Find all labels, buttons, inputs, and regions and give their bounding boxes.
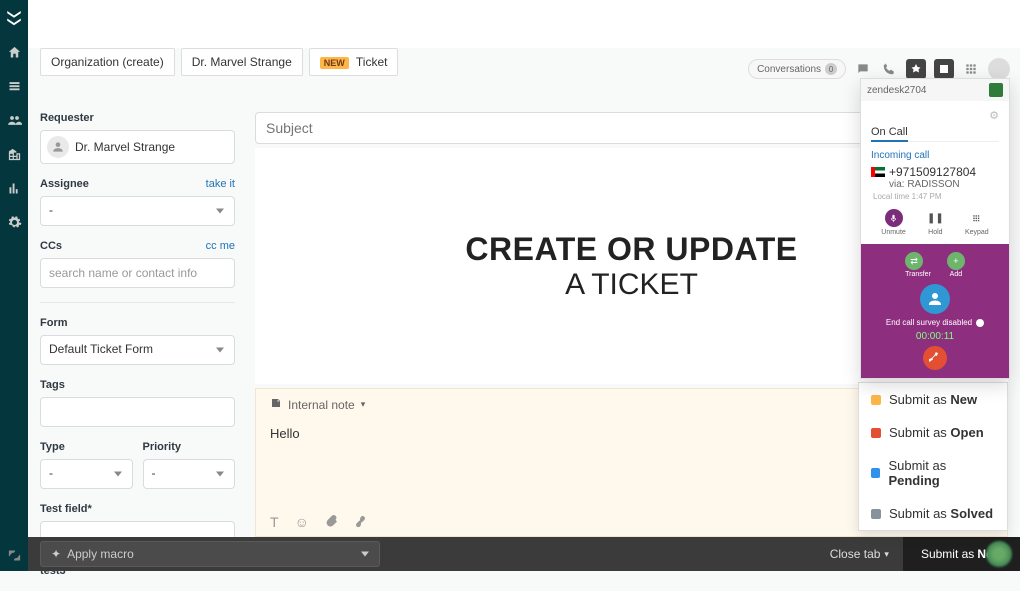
call-timer: 00:00:11: [869, 331, 1001, 342]
submit-as-open[interactable]: Submit as Open: [859, 416, 1007, 449]
home-icon[interactable]: [6, 44, 22, 60]
test-field-label: Test field*: [40, 503, 235, 515]
left-rail: [0, 0, 28, 571]
transfer-button[interactable]: ⇄ Transfer: [905, 252, 931, 278]
requester-label: Requester: [40, 112, 235, 124]
caller-phone: +971509127804: [871, 165, 999, 179]
incoming-call-label: Incoming call: [871, 150, 999, 161]
submit-menu: Submit as New Submit as Open Submit as P…: [858, 382, 1008, 531]
hero-line2: A TICKET: [465, 268, 797, 302]
customers-icon[interactable]: [6, 112, 22, 128]
organizations-icon[interactable]: [6, 146, 22, 162]
hold-button[interactable]: ❚❚ Hold: [926, 209, 944, 236]
conversations-count: 0: [825, 63, 837, 75]
app-icon-1[interactable]: [906, 59, 926, 79]
unmute-button[interactable]: Unmute: [881, 209, 906, 236]
hangup-button[interactable]: [923, 346, 947, 370]
chat-icon[interactable]: [854, 60, 872, 78]
add-button[interactable]: + Add: [947, 252, 965, 278]
requester-avatar-icon: [47, 136, 69, 158]
assignee-select[interactable]: -: [40, 196, 235, 226]
top-right-toolbar: Conversations 0: [748, 58, 1010, 80]
tags-label: Tags: [40, 379, 235, 391]
chevron-down-icon: ▾: [361, 399, 366, 410]
assignee-label: Assignee take it: [40, 178, 235, 190]
ccs-input[interactable]: [40, 258, 235, 288]
tags-input[interactable]: [40, 397, 235, 427]
keypad-button[interactable]: Keypad: [965, 209, 989, 236]
tab-person[interactable]: Dr. Marvel Strange: [181, 48, 303, 76]
conversations-label: Conversations: [757, 64, 821, 75]
take-it-link[interactable]: take it: [206, 178, 235, 190]
type-select[interactable]: -: [40, 459, 133, 489]
call-widget: zendesk2704 ⚙ On Call Incoming call +971…: [860, 78, 1010, 379]
call-widget-title: zendesk2704: [867, 85, 927, 96]
survey-toggle[interactable]: [976, 319, 984, 327]
ccs-label: CCs cc me: [40, 240, 235, 252]
link-icon[interactable]: [354, 514, 367, 530]
call-widget-app-icon[interactable]: [989, 83, 1003, 97]
bottom-bar: ✦ Apply macro Close tab ▾ Submit as New: [28, 537, 1020, 571]
submit-as-new[interactable]: Submit as New: [859, 383, 1007, 416]
views-icon[interactable]: [6, 78, 22, 94]
close-tab-button[interactable]: Close tab ▾: [816, 547, 903, 561]
note-icon: [270, 397, 282, 412]
app-icon-2[interactable]: [934, 59, 954, 79]
submit-as-pending[interactable]: Submit as Pending: [859, 449, 1007, 497]
chevron-down-icon: ▾: [884, 549, 889, 560]
caller-avatar-icon: [920, 284, 950, 314]
emoji-icon[interactable]: ☺: [295, 514, 309, 530]
type-label: Type: [40, 441, 133, 453]
priority-select[interactable]: -: [143, 459, 236, 489]
hero-line1: CREATE OR UPDATE: [465, 231, 797, 268]
gear-icon[interactable]: ⚙: [871, 109, 999, 122]
text-format-icon[interactable]: T: [270, 514, 279, 530]
conversations-pill[interactable]: Conversations 0: [748, 59, 846, 79]
tab-organization[interactable]: Organization (create): [40, 48, 175, 76]
call-widget-header: zendesk2704: [861, 79, 1009, 101]
user-avatar[interactable]: [988, 58, 1010, 80]
presenter-avatar: [986, 541, 1012, 567]
local-time: Local time 1:47 PM: [873, 192, 999, 201]
apply-macro-select[interactable]: ✦ Apply macro: [40, 541, 380, 567]
priority-label: Priority: [143, 441, 236, 453]
phone-icon[interactable]: [880, 60, 898, 78]
note-toolbar: T ☺: [270, 514, 367, 530]
cc-me-link[interactable]: cc me: [206, 240, 235, 252]
admin-icon[interactable]: [6, 214, 22, 230]
zendesk-logo-icon: [5, 8, 23, 26]
attachment-icon[interactable]: [325, 514, 338, 530]
requester-field[interactable]: Dr. Marvel Strange: [40, 130, 235, 164]
submit-as-solved[interactable]: Submit as Solved: [859, 497, 1007, 530]
macro-icon: ✦: [51, 547, 61, 561]
tabs-row: Organization (create) Dr. Marvel Strange…: [40, 48, 398, 76]
hero-overlay-text: CREATE OR UPDATE A TICKET: [465, 231, 797, 302]
tab-ticket[interactable]: NEW Ticket: [309, 48, 399, 76]
on-call-tab[interactable]: On Call: [871, 126, 908, 142]
tab-ticket-label: Ticket: [356, 55, 388, 69]
reporting-icon[interactable]: [6, 180, 22, 196]
new-badge: NEW: [320, 57, 349, 69]
apps-grid-icon[interactable]: [962, 60, 980, 78]
requester-name: Dr. Marvel Strange: [75, 140, 175, 154]
call-active-panel: ⇄ Transfer + Add End call survey disable…: [861, 244, 1009, 378]
note-tab-label: Internal note: [288, 398, 355, 412]
form-label: Form: [40, 317, 235, 329]
call-via: via: RADISSON: [889, 179, 999, 190]
top-strip: [28, 0, 1020, 48]
uae-flag-icon: [871, 167, 885, 177]
form-select[interactable]: Default Ticket Form: [40, 335, 235, 365]
zendesk-z-icon[interactable]: [6, 547, 22, 563]
end-call-survey[interactable]: End call survey disabled: [869, 318, 1001, 327]
ticket-form-panel: Requester Dr. Marvel Strange Assignee ta…: [40, 112, 235, 591]
